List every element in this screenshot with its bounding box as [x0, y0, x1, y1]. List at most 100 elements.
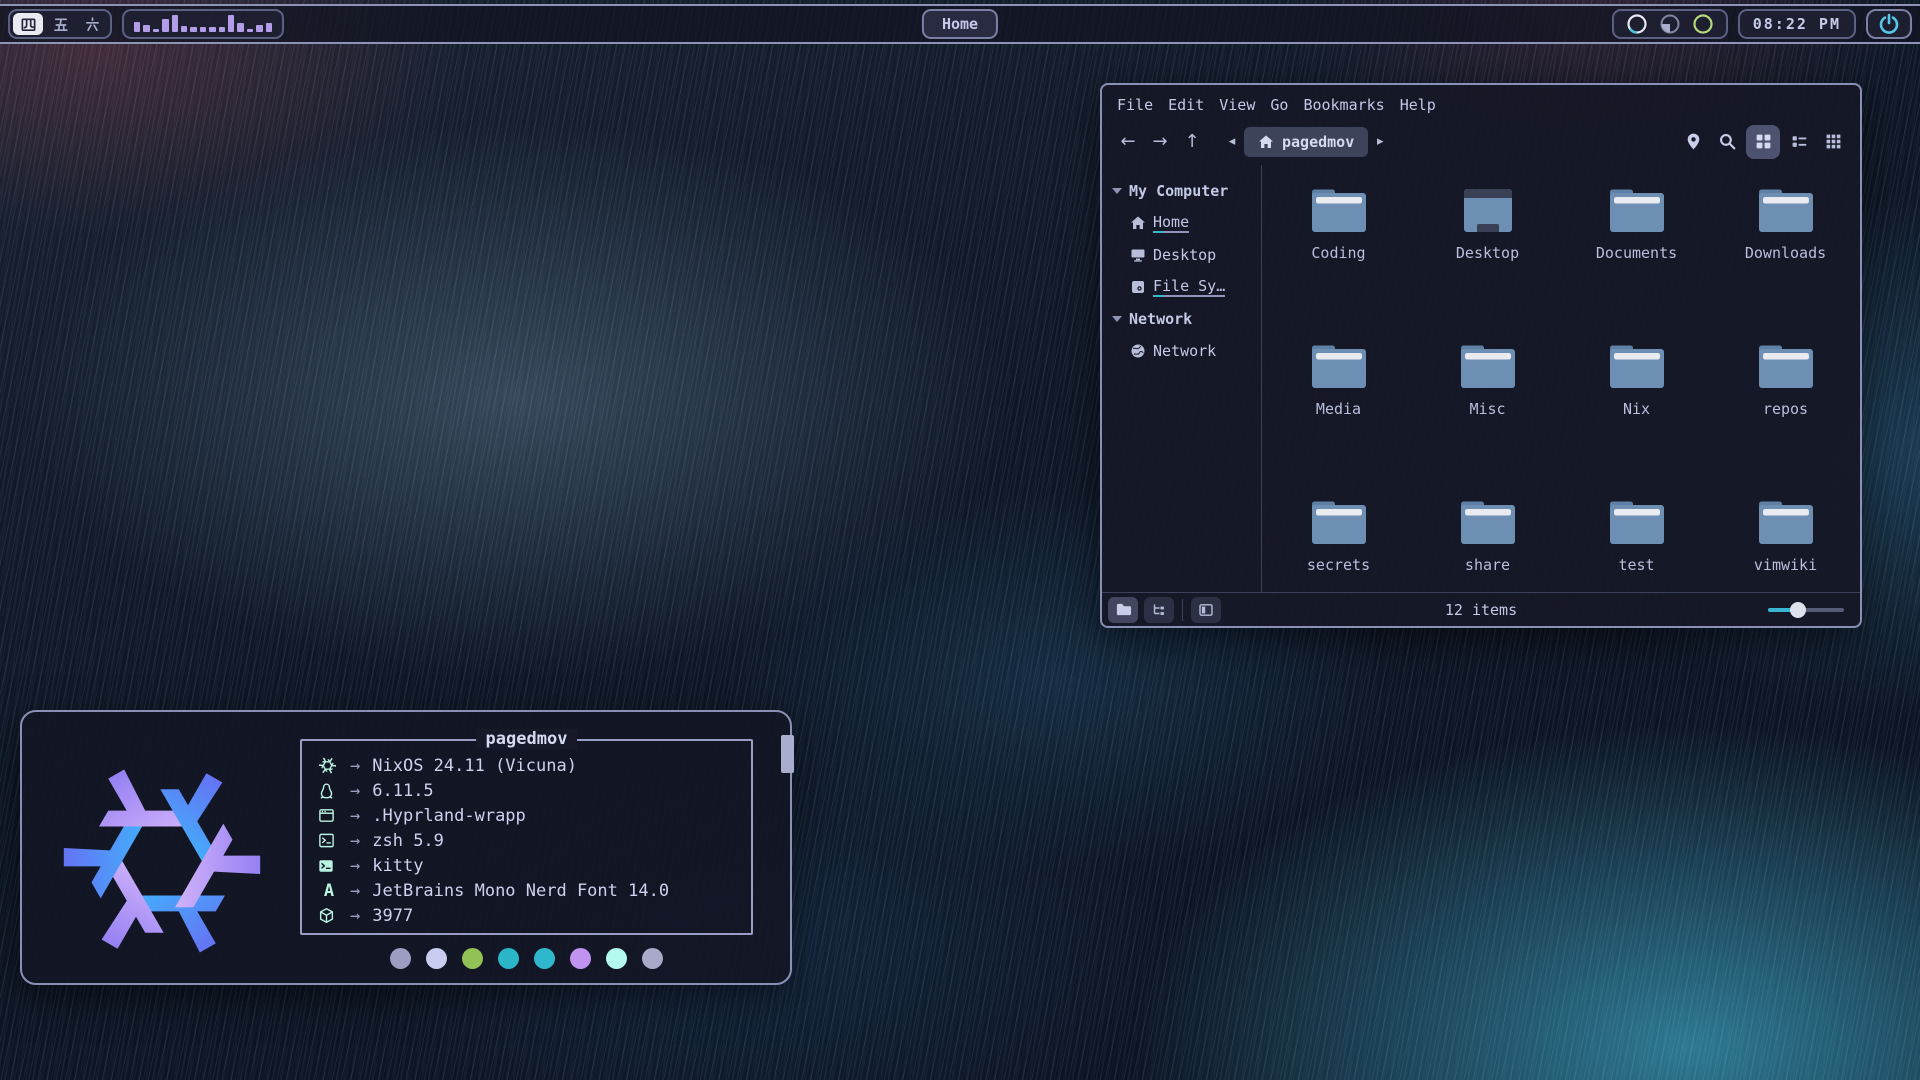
fastfetch-row-shell: → zsh 5.9	[318, 828, 751, 853]
thumbnail-view-button[interactable]	[1818, 127, 1848, 157]
statusbar-divider	[1182, 599, 1183, 621]
toolbar: ← → ↑ ◂ pagedmov ▸	[1102, 118, 1860, 165]
file-item-media[interactable]: Media	[1264, 335, 1413, 491]
arrow-glyph: →	[350, 781, 360, 801]
icon-view-icon	[1755, 133, 1772, 150]
search-icon	[1718, 132, 1737, 151]
path-label: pagedmov	[1282, 133, 1354, 151]
sidebar-section-my-computer[interactable]: My Computer	[1102, 175, 1261, 207]
memory-gauge-icon[interactable]	[1659, 13, 1681, 35]
file-item-label: repos	[1763, 400, 1808, 418]
packages-icon	[318, 907, 340, 924]
sidebar: My Computer Home Desktop File Sy…	[1102, 165, 1262, 592]
disk-gauge-icon[interactable]	[1692, 13, 1714, 35]
menu-item-view[interactable]: View	[1219, 96, 1255, 114]
menu-item-help[interactable]: Help	[1400, 96, 1436, 114]
network-globe-icon	[1130, 343, 1146, 359]
location-pin-button[interactable]	[1678, 127, 1708, 157]
file-item-desktop[interactable]: Desktop	[1413, 179, 1562, 335]
visualizer-bar	[143, 25, 149, 32]
file-item-nix[interactable]: Nix	[1562, 335, 1711, 491]
path-button[interactable]: pagedmov	[1244, 127, 1368, 157]
kernel-value: 6.11.5	[372, 781, 433, 801]
visualizer-bar	[237, 23, 243, 32]
zoom-slider[interactable]	[1768, 602, 1844, 618]
sidebar-item-network[interactable]: Network	[1102, 335, 1261, 367]
menu-item-go[interactable]: Go	[1270, 96, 1288, 114]
desktop-icon	[1130, 247, 1146, 263]
workspace-6-button[interactable]	[77, 13, 107, 35]
fastfetch-row-terminal: → kitty	[318, 853, 751, 878]
power-icon	[1878, 13, 1900, 35]
shell-icon	[318, 832, 340, 849]
folder-icon	[1309, 343, 1369, 391]
file-item-label: Media	[1316, 400, 1361, 418]
font-icon: A	[318, 881, 340, 901]
folder-icon	[1309, 187, 1369, 235]
nix-icon	[318, 756, 340, 775]
places-view-button[interactable]	[1108, 597, 1138, 623]
os-value: NixOS 24.11 (Vicuna)	[372, 756, 577, 776]
power-button[interactable]	[1866, 9, 1912, 39]
path-scroll-right-button[interactable]: ▸	[1372, 134, 1388, 149]
sidebar-item-label: Desktop	[1153, 246, 1216, 264]
wm-value: .Hyprland-wrapp	[372, 806, 526, 826]
tree-view-button[interactable]	[1144, 597, 1174, 623]
sidebar-item-label: File Sy…	[1153, 277, 1225, 297]
menu-item-file[interactable]: File	[1117, 96, 1153, 114]
arrow-glyph: →	[350, 881, 360, 901]
file-item-label: Documents	[1596, 244, 1677, 262]
file-item-documents[interactable]: Documents	[1562, 179, 1711, 335]
visualizer-bar	[219, 27, 225, 32]
clock[interactable]: 08:22 PM	[1738, 9, 1856, 39]
path-scroll-left-button[interactable]: ◂	[1224, 134, 1240, 149]
sidebar-item-filesystem[interactable]: File Sy…	[1102, 271, 1261, 303]
sidebar-section-network[interactable]: Network	[1102, 303, 1261, 335]
system-gauges	[1612, 9, 1728, 39]
visualizer-bar	[266, 23, 272, 32]
compact-view-icon	[1791, 133, 1808, 150]
collapse-triangle-icon	[1112, 188, 1122, 194]
sidebar-item-desktop[interactable]: Desktop	[1102, 239, 1261, 271]
menu-item-edit[interactable]: Edit	[1168, 96, 1204, 114]
file-item-repos[interactable]: repos	[1711, 335, 1860, 491]
palette-dot	[606, 948, 627, 969]
compact-view-button[interactable]	[1784, 127, 1814, 157]
palette-dot	[462, 948, 483, 969]
bar-left	[8, 9, 284, 39]
folder-icon	[1607, 499, 1667, 547]
back-button[interactable]: ←	[1114, 128, 1142, 156]
fastfetch-row-packages: → 3977	[318, 903, 751, 928]
toggle-sidepane-button[interactable]	[1191, 597, 1221, 623]
folder-icon	[1458, 343, 1518, 391]
active-window-title[interactable]: Home	[922, 9, 998, 39]
bar-right: 08:22 PM	[1612, 9, 1912, 39]
workspace-4-button[interactable]	[13, 13, 43, 35]
forward-button[interactable]: →	[1146, 128, 1174, 156]
search-button[interactable]	[1712, 127, 1742, 157]
nixos-logo	[46, 756, 278, 966]
cpu-gauge-icon[interactable]	[1626, 13, 1648, 35]
kanji-four-icon	[20, 16, 37, 33]
terminal-window[interactable]: pagedmov → NixOS 24.11 (Vicuna) → 6.11.5	[20, 710, 792, 985]
visualizer-bar	[200, 27, 206, 32]
file-item-coding[interactable]: Coding	[1264, 179, 1413, 335]
file-item-label: Nix	[1623, 400, 1650, 418]
workspace-5-button[interactable]	[45, 13, 75, 35]
terminal-cursor	[781, 735, 794, 773]
terminal-icon	[318, 858, 340, 874]
visualizer-bar	[162, 19, 168, 32]
terminal-value: kitty	[372, 856, 423, 876]
zoom-slider-knob[interactable]	[1790, 602, 1806, 618]
file-item-downloads[interactable]: Downloads	[1711, 179, 1860, 335]
menu-item-bookmarks[interactable]: Bookmarks	[1303, 96, 1384, 114]
sidebar-item-home[interactable]: Home	[1102, 207, 1261, 239]
up-button[interactable]: ↑	[1178, 128, 1206, 156]
clock-label: 08:22 PM	[1753, 15, 1841, 33]
file-item-misc[interactable]: Misc	[1413, 335, 1562, 491]
visualizer-bar	[153, 29, 159, 32]
fastfetch-row-kernel: → 6.11.5	[318, 778, 751, 803]
icon-view-button[interactable]	[1746, 125, 1780, 159]
folder-icon	[1607, 187, 1667, 235]
file-item-label: test	[1618, 556, 1654, 574]
